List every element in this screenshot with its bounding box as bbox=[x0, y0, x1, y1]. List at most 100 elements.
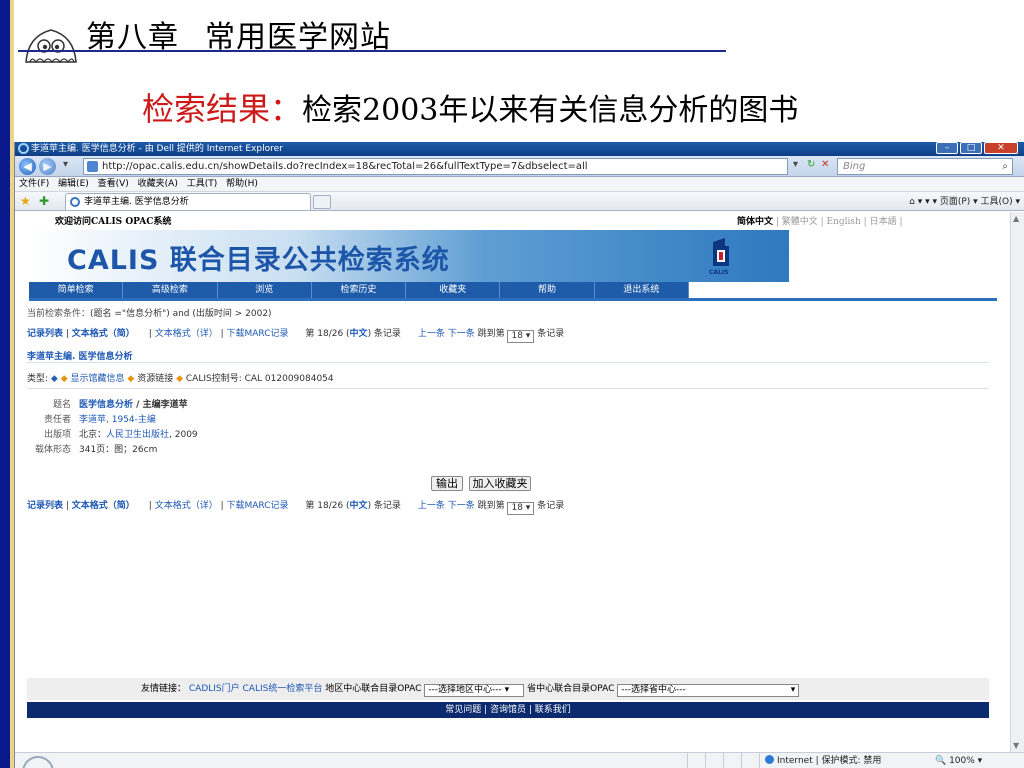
resource-link[interactable]: 资源链接 bbox=[137, 374, 173, 384]
url-text: http://opac.calis.edu.cn/showDetails.do?… bbox=[102, 161, 588, 172]
add-favorite-button[interactable]: 加入收藏夹 bbox=[469, 476, 531, 491]
nav-item[interactable]: 高级检索 bbox=[123, 282, 218, 298]
slide-side-bars bbox=[0, 0, 14, 768]
favorites-star-icon[interactable]: ★ bbox=[20, 194, 31, 208]
vertical-scrollbar[interactable]: ▲ ▼ bbox=[1010, 212, 1024, 752]
nav-item[interactable]: 退出系统 bbox=[595, 282, 689, 298]
page-icon bbox=[87, 161, 98, 172]
lang-active[interactable]: 简体中文 bbox=[737, 217, 773, 227]
search-icon[interactable]: ⌕ bbox=[1002, 159, 1008, 174]
download-marc-link[interactable]: 下载MARC记录 bbox=[226, 501, 288, 511]
nav-item[interactable]: 简单检索 bbox=[29, 282, 124, 298]
field-value-prefix: 北京： bbox=[79, 430, 107, 440]
language-bar: 简体中文 | 繁體中文 | English | 日本語 | bbox=[737, 214, 902, 227]
record-list-link[interactable]: 记录列表 bbox=[27, 501, 63, 511]
add-favorite-icon[interactable]: ✚ bbox=[39, 194, 49, 208]
bullet-icon: ◆ bbox=[127, 374, 135, 384]
status-separators bbox=[670, 753, 760, 768]
stop-icon[interactable]: ✕ bbox=[821, 159, 829, 170]
next-record-link[interactable]: 下一条 bbox=[448, 329, 475, 339]
download-marc-link[interactable]: 下载MARC记录 bbox=[226, 329, 288, 339]
prev-record-link[interactable]: 上一条 bbox=[418, 501, 445, 511]
title-underline bbox=[18, 50, 726, 52]
record-field: 责任者 李道苹, 1954-主编 bbox=[27, 413, 198, 428]
calis-banner: CALIS 联合目录公共检索系统 CALIS bbox=[29, 230, 789, 282]
tab-ie-icon bbox=[70, 197, 80, 207]
subtitle-highlight: 检索结果： bbox=[142, 90, 303, 128]
regional-select[interactable]: ---选择地区中心--- ▾ bbox=[424, 684, 525, 697]
jump-suffix: 条记录 bbox=[537, 501, 565, 511]
url-input[interactable]: http://opac.calis.edu.cn/showDetails.do?… bbox=[83, 158, 788, 175]
record-pos-lang: 中文 bbox=[349, 501, 368, 511]
banner-title: CALIS 联合目录公共检索系统 bbox=[67, 245, 450, 276]
field-label: 出版项 bbox=[43, 430, 71, 440]
minimize-button[interactable]: – bbox=[936, 142, 958, 154]
forward-button[interactable]: ▶ bbox=[39, 158, 56, 175]
lang-options[interactable]: | 繁體中文 | English | 日本語 | bbox=[773, 217, 903, 227]
show-holdings-link[interactable]: 显示馆藏信息 bbox=[71, 374, 125, 384]
ie-logo-icon bbox=[18, 143, 29, 154]
text-full-link[interactable]: 文本格式（详） bbox=[155, 501, 218, 511]
page-footer[interactable]: 常见问题 | 咨询馆员 | 联系我们 bbox=[27, 702, 989, 718]
record-pos-prefix: 第 18/26 ( bbox=[305, 501, 350, 511]
field-value-text: , 2009 bbox=[169, 430, 198, 440]
divider bbox=[27, 362, 989, 363]
security-zone[interactable]: Internet | 保护模式: 禁用 bbox=[765, 753, 881, 768]
provincial-select[interactable]: ---选择省中心--- ▾ bbox=[617, 684, 800, 697]
field-value-link[interactable]: 医学信息分析 bbox=[79, 400, 133, 410]
control-number: CALIS控制号: CAL 012009084054 bbox=[185, 374, 334, 384]
record-field: 题名 医学信息分析 / 主编李道苹 bbox=[27, 398, 198, 413]
browser-title-bar: 李道苹主编. 医学信息分析 - 由 Dell 提供的 Internet Expl… bbox=[15, 142, 1024, 156]
nav-item[interactable]: 收藏夹 bbox=[406, 282, 501, 298]
field-value-link[interactable]: 人民卫生出版社 bbox=[106, 430, 169, 440]
field-value-link[interactable]: 李道苹, 1954-主编 bbox=[79, 415, 156, 425]
record-list-link[interactable]: 记录列表 bbox=[27, 329, 63, 339]
menu-bar[interactable]: 文件(F) 编辑(E) 查看(V) 收藏夹(A) 工具(T) 帮助(H) bbox=[15, 177, 1024, 192]
bullet-icon: ◆ bbox=[176, 374, 184, 384]
command-bar[interactable]: ⌂ ▾ ▾ ▾ 页面(P) ▾ 工具(O) ▾ bbox=[909, 194, 1020, 207]
friend-links[interactable]: CADLIS门户 CALIS统一检索平台 bbox=[189, 684, 322, 694]
nav-item[interactable]: 帮助 bbox=[500, 282, 595, 298]
field-value: 医学信息分析 / 主编李道苹 bbox=[79, 398, 188, 413]
field-label: 题名 bbox=[52, 400, 71, 410]
refresh-icon[interactable]: ↻ bbox=[807, 159, 815, 170]
zoom-level[interactable]: 🔍 100% ▾ bbox=[935, 753, 982, 768]
record-pos-suffix: ) 条记录 bbox=[367, 329, 401, 339]
search-input[interactable]: Bing ⌕ bbox=[837, 158, 1013, 175]
jump-label: 跳到第 bbox=[477, 329, 505, 339]
jump-select[interactable]: 18 ▾ bbox=[507, 502, 535, 515]
jump-select[interactable]: 18 ▾ bbox=[507, 330, 535, 343]
jump-suffix: 条记录 bbox=[537, 329, 565, 339]
nav-item[interactable]: 浏览 bbox=[218, 282, 312, 298]
record-fields: 题名 医学信息分析 / 主编李道苹 责任者 李道苹, 1954-主编 出版项 北京：人民卫… bbox=[27, 398, 198, 458]
record-heading: 李道苹主编. 医学信息分析 bbox=[27, 352, 133, 362]
jump-label: 跳到第 bbox=[477, 501, 505, 511]
nav-history-dropdown-icon[interactable]: ▾ bbox=[63, 159, 68, 170]
url-dropdown-icon[interactable]: ▾ bbox=[793, 159, 798, 170]
text-brief-link[interactable]: 文本格式（简） bbox=[72, 501, 135, 511]
command-bar-text: ▾ ▾ ▾ 页面(P) ▾ 工具(O) ▾ bbox=[917, 197, 1020, 207]
next-record-link[interactable]: 下一条 bbox=[448, 501, 475, 511]
browser-tab[interactable]: 李道苹主编. 医学信息分析 bbox=[65, 193, 311, 210]
provincial-label: 省中心联合目录OPAC bbox=[527, 684, 615, 694]
back-button[interactable]: ◀ bbox=[19, 158, 36, 175]
text-brief-link[interactable]: 文本格式（简） bbox=[72, 329, 135, 339]
scroll-up-icon[interactable]: ▲ bbox=[1013, 214, 1019, 223]
calis-logo-icon: CALIS bbox=[709, 238, 729, 276]
prev-record-link[interactable]: 上一条 bbox=[418, 329, 445, 339]
regional-label: 地区中心联合目录OPAC bbox=[325, 684, 422, 694]
close-button[interactable]: ✕ bbox=[984, 142, 1018, 154]
home-icon[interactable]: ⌂ bbox=[909, 197, 915, 207]
export-button[interactable]: 输出 bbox=[431, 476, 463, 491]
field-label: 责任者 bbox=[43, 415, 71, 425]
cartoon-mascot-icon bbox=[25, 29, 77, 64]
text-full-link[interactable]: 文本格式（详） bbox=[155, 329, 218, 339]
window-title: 李道苹主编. 医学信息分析 - 由 Dell 提供的 Internet Expl… bbox=[31, 144, 283, 154]
new-tab-button[interactable] bbox=[313, 195, 331, 209]
nav-item[interactable]: 检索历史 bbox=[312, 282, 407, 298]
maximize-button[interactable]: □ bbox=[960, 142, 982, 154]
favorites-bar: ★ ✚ 李道苹主编. 医学信息分析 ⌂ ▾ ▾ ▾ 页面(P) ▾ 工具(O) … bbox=[15, 192, 1024, 211]
record-pos-suffix: ) 条记录 bbox=[367, 501, 401, 511]
scroll-down-icon[interactable]: ▼ bbox=[1013, 741, 1019, 750]
friend-label: 友情链接： bbox=[141, 684, 187, 694]
